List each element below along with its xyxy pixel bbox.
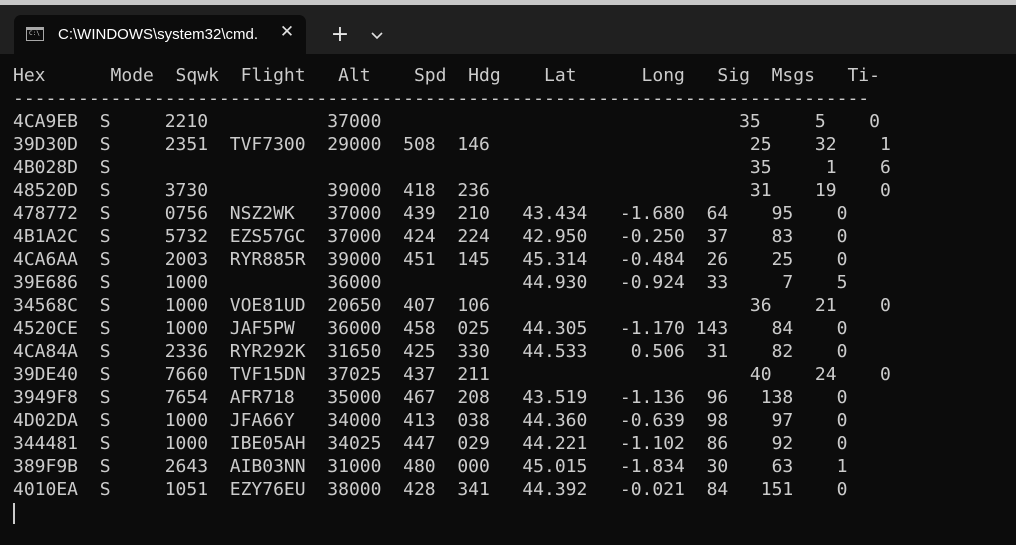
table-separator: ----------------------------------------… [13,88,870,109]
chevron-down-icon [371,32,383,40]
cmd-icon: C:\ [26,27,44,41]
table-row: 48520D S 3730 39000 418 236 31 19 0 [13,180,891,201]
table-row: 39DE40 S 7660 TVF15DN 37025 437 211 40 2… [13,364,891,385]
table-row: 478772 S 0756 NSZ2WK 37000 439 210 43.43… [13,203,848,224]
close-tab-button[interactable]: ✕ [276,21,298,43]
new-tab-button[interactable]: + [327,23,353,49]
table-row: 39D30D S 2351 TVF7300 29000 508 146 25 3… [13,134,891,155]
table-row: 4B1A2C S 5732 EZS57GC 37000 424 224 42.9… [13,226,848,247]
table-row: 4CA6AA S 2003 RYR885R 39000 451 145 45.3… [13,249,848,270]
table-row: 344481 S 1000 IBE05AH 34025 447 029 44.2… [13,433,848,454]
table-row: 4520CE S 1000 JAF5PW 36000 458 025 44.30… [13,318,848,339]
table-row: 3949F8 S 7654 AFR718 35000 467 208 43.51… [13,387,848,408]
table-row: 39E686 S 1000 36000 44.930 -0.924 33 7 5 [13,272,848,293]
title-bar: C:\ C:\WINDOWS\system32\cmd. ✕ + [0,0,1016,55]
table-row: 34568C S 1000 VOE81UD 20650 407 106 36 2… [13,295,891,316]
table-row: 4010EA S 1051 EZY76EU 38000 428 341 44.3… [13,479,848,500]
table-row: 4D02DA S 1000 JFA66Y 34000 413 038 44.36… [13,410,848,431]
tab-dropdown-button[interactable] [365,23,389,49]
table-header: Hex Mode Sqwk Flight Alt Spd Hdg Lat Lon… [13,65,880,86]
table-row: 4CA9EB S 2210 37000 35 5 0 [13,111,880,132]
tab-title: C:\WINDOWS\system32\cmd. [58,26,259,43]
text-cursor [13,503,15,524]
tab-cmd[interactable]: C:\ C:\WINDOWS\system32\cmd. ✕ [14,15,306,55]
table-row: 4B028D S 35 1 6 [13,157,891,178]
terminal-window: C:\ C:\WINDOWS\system32\cmd. ✕ + Hex Mod… [0,0,1016,545]
table-row: 4CA84A S 2336 RYR292K 31650 425 330 44.5… [13,341,848,362]
cmd-icon-text: C:\ [29,30,40,37]
terminal-output[interactable]: Hex Mode Sqwk Flight Alt Spd Hdg Lat Lon… [13,64,891,501]
table-row: 389F9B S 2643 AIB03NN 31000 480 000 45.0… [13,456,848,477]
